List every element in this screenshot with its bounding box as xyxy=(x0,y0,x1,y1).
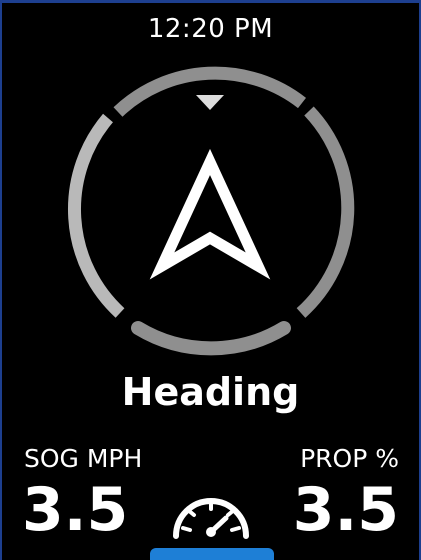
compass-ring-bottom xyxy=(131,321,291,356)
north-marker-icon xyxy=(196,95,224,110)
page-title: Heading xyxy=(121,370,300,414)
sog-value: 3.5 xyxy=(22,475,129,545)
bottom-tab-indicator[interactable] xyxy=(150,548,274,560)
compass-ring-right xyxy=(296,106,355,318)
heading-arrow-icon xyxy=(149,148,271,280)
compass-ring-left xyxy=(67,113,125,318)
gauge-button[interactable] xyxy=(166,488,256,548)
prop-label: PROP % xyxy=(300,444,399,473)
sog-label: SOG MPH xyxy=(24,444,143,473)
speedometer-icon xyxy=(173,498,249,539)
prop-value: 3.5 xyxy=(292,475,399,545)
